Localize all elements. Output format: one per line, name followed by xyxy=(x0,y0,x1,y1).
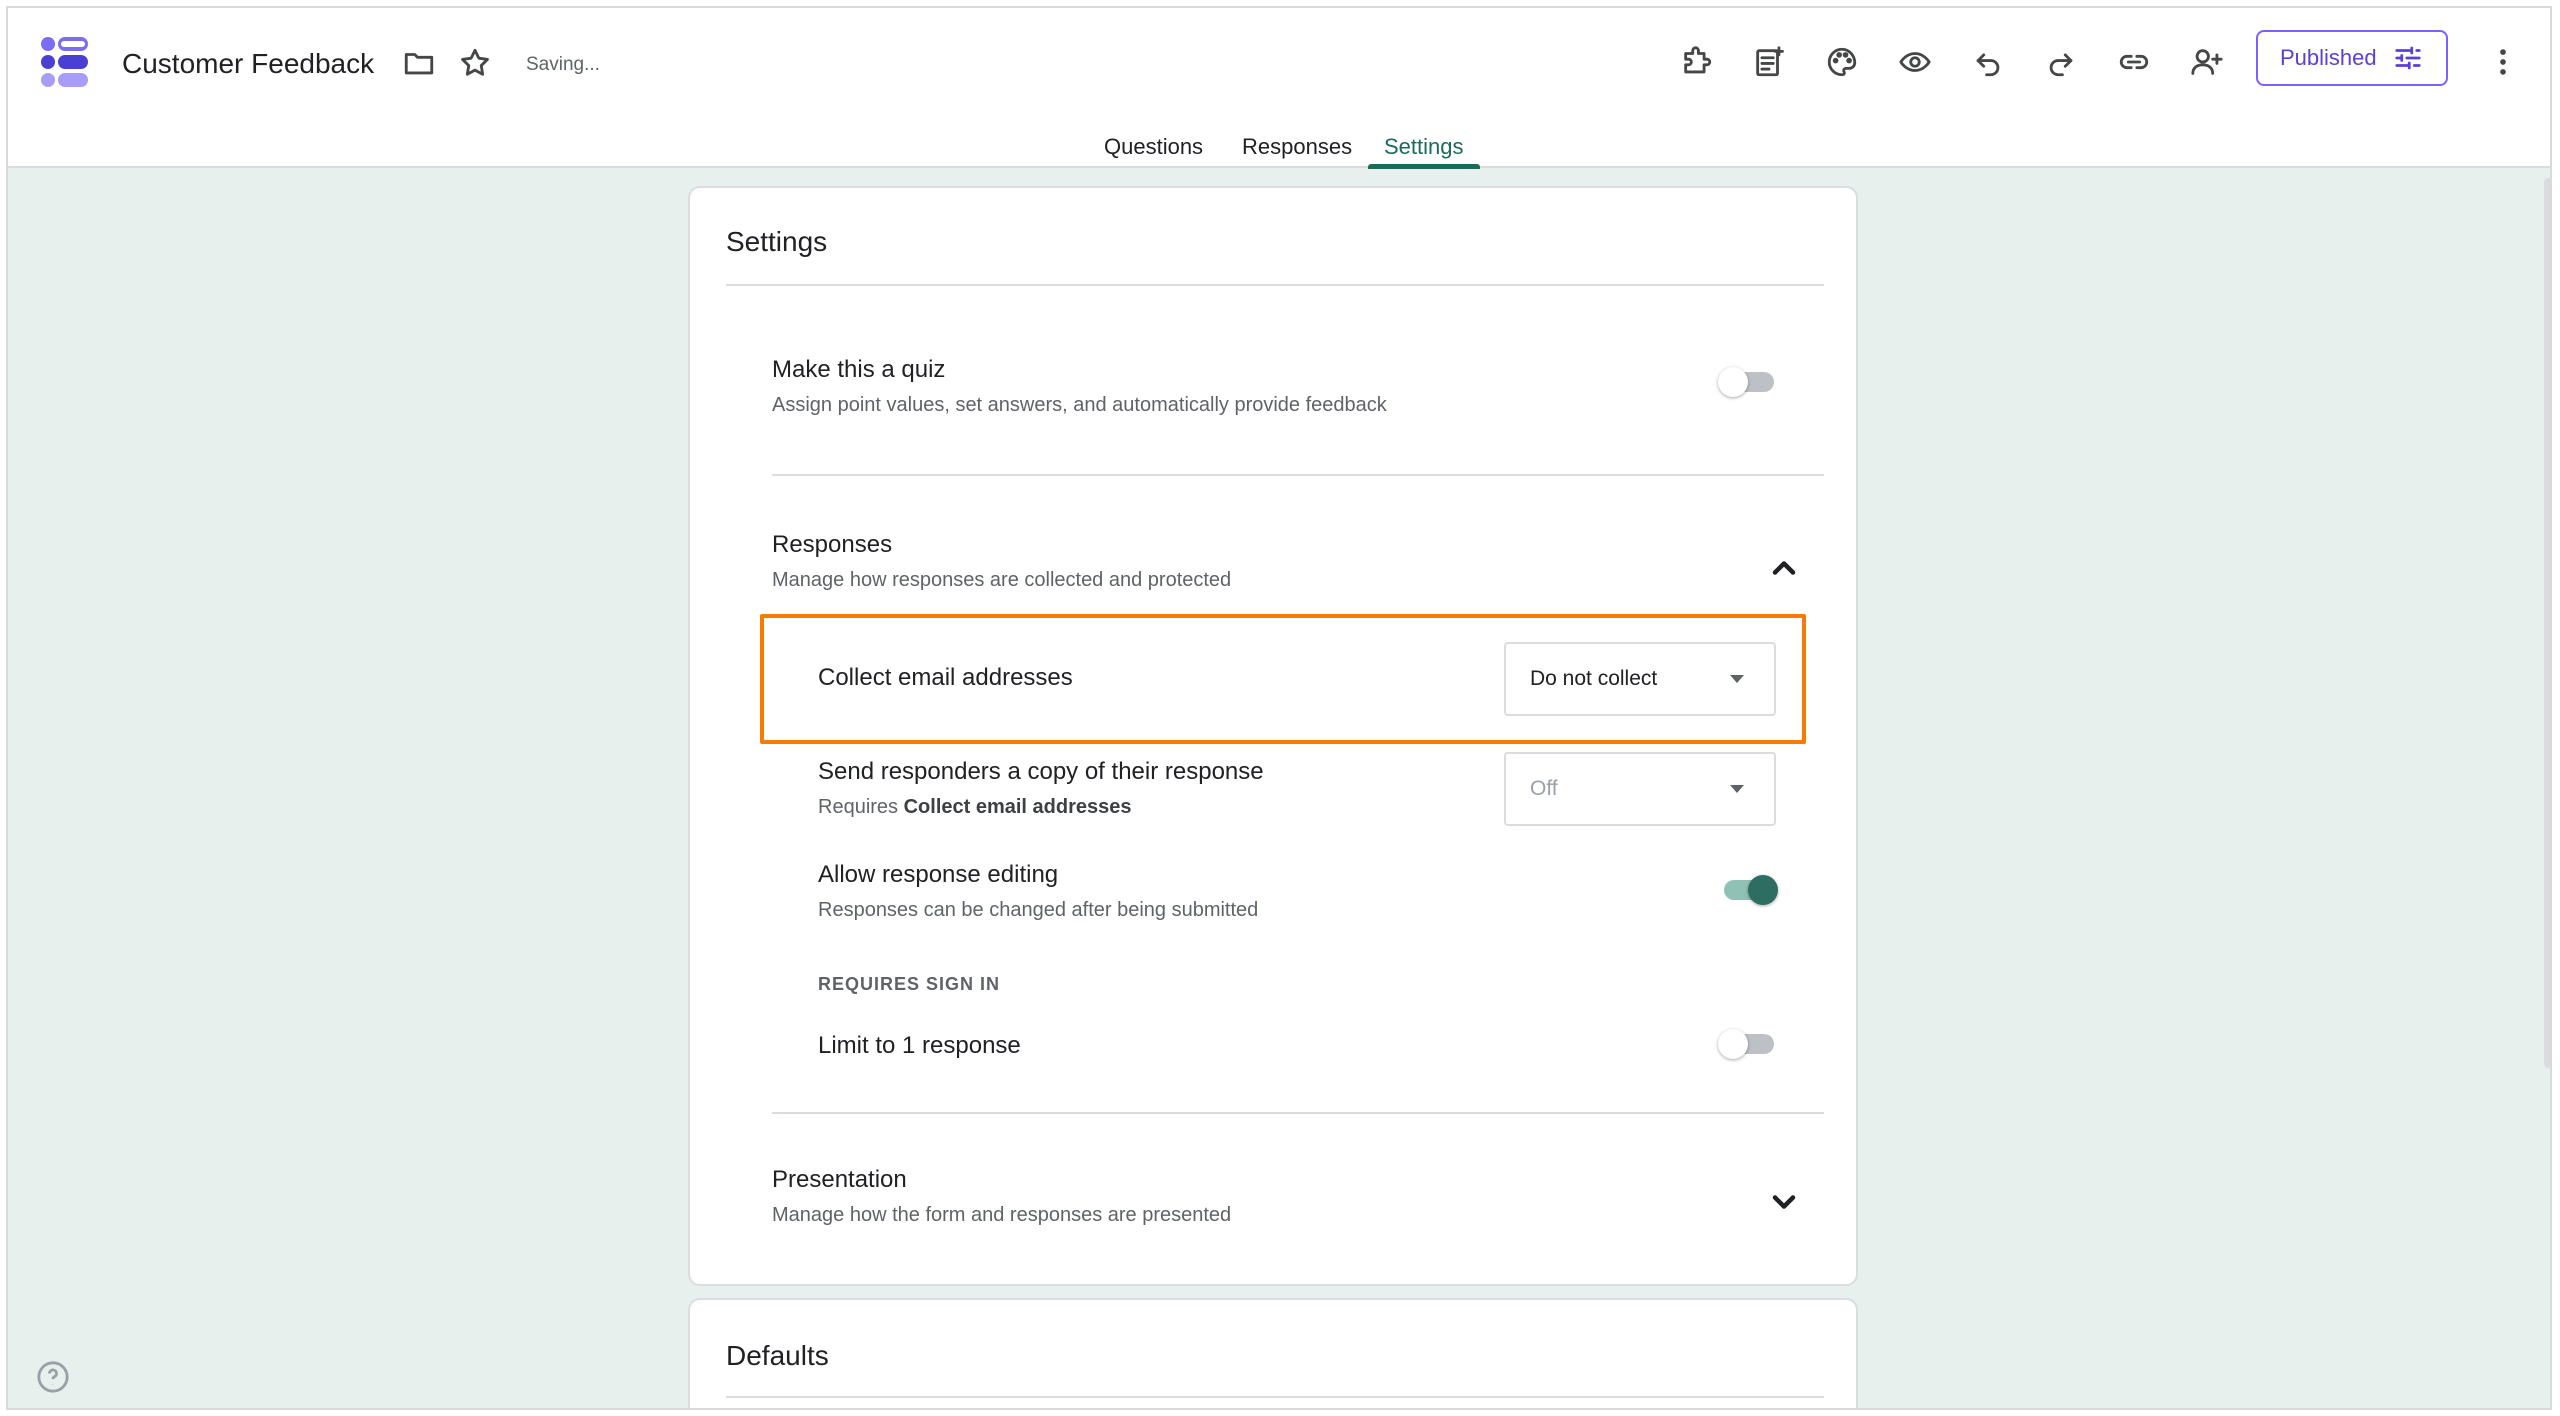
defaults-card-title: Defaults xyxy=(726,1340,829,1371)
divider xyxy=(772,1112,1824,1114)
star-icon[interactable] xyxy=(458,46,492,80)
quiz-subtitle: Assign point values, set answers, and au… xyxy=(772,394,1387,416)
top-bar: Customer Feedback Saving... Published Qu… xyxy=(8,8,2550,169)
redo-icon[interactable] xyxy=(2044,45,2078,79)
collect-email-value: Do not collect xyxy=(1530,667,1658,690)
folder-icon[interactable] xyxy=(402,46,436,80)
tab-responses[interactable]: Responses xyxy=(1242,134,1352,160)
send-copy-label: Send responders a copy of their response xyxy=(818,758,1264,785)
divider xyxy=(772,474,1824,476)
send-copy-requires-text: Requires xyxy=(818,796,899,818)
publish-settings-icon xyxy=(2395,46,2421,70)
toggle-thumb xyxy=(1718,1029,1748,1059)
expand-presentation-chevron-down-icon[interactable] xyxy=(1766,1184,1802,1220)
allow-editing-subtitle: Responses can be changed after being sub… xyxy=(818,899,1259,921)
published-button[interactable]: Published xyxy=(2256,30,2448,86)
forms-logo-icon[interactable] xyxy=(38,34,94,90)
tab-questions[interactable]: Questions xyxy=(1104,134,1203,160)
send-copy-value: Off xyxy=(1530,777,1558,800)
divider xyxy=(726,1396,1824,1398)
defaults-card: Defaults xyxy=(688,1298,1858,1408)
published-button-label: Published xyxy=(2280,45,2377,70)
allow-editing-label: Allow response editing xyxy=(818,861,1059,888)
requires-sign-in-label: REQUIRES SIGN IN xyxy=(818,974,1001,994)
form-tabs: Questions Responses Settings xyxy=(8,126,2550,169)
dropdown-arrow-icon xyxy=(1730,675,1744,683)
link-icon[interactable] xyxy=(2117,45,2151,79)
undo-icon[interactable] xyxy=(1971,45,2005,79)
limit-one-label: Limit to 1 response xyxy=(818,1032,1021,1059)
dropdown-arrow-icon xyxy=(1730,785,1744,793)
active-tab-indicator xyxy=(1368,164,1480,169)
add-collaborator-icon[interactable] xyxy=(2190,45,2224,79)
presentation-subtitle: Manage how the form and responses are pr… xyxy=(772,1204,1232,1226)
customize-form-icon[interactable] xyxy=(1752,45,1786,79)
collect-email-select[interactable]: Do not collect xyxy=(1504,642,1776,716)
responses-section-subtitle: Manage how responses are collected and p… xyxy=(772,569,1232,591)
page-scrollbar[interactable] xyxy=(2544,178,2550,1068)
more-options-icon[interactable] xyxy=(2486,45,2520,79)
responses-section-title: Responses xyxy=(772,531,893,558)
collect-email-label: Collect email addresses xyxy=(818,664,1073,691)
palette-icon[interactable] xyxy=(1825,45,1859,79)
toggle-thumb xyxy=(1748,875,1778,905)
toggle-thumb xyxy=(1718,367,1748,397)
divider xyxy=(726,284,1824,286)
app-window: Customer Feedback Saving... Published Qu… xyxy=(6,6,2552,1410)
limit-one-toggle[interactable] xyxy=(1718,1024,1778,1064)
settings-card: Settings Make this a quiz Assign point v… xyxy=(688,186,1858,1286)
presentation-title: Presentation xyxy=(772,1166,907,1193)
send-copy-subtitle: Requires Collect email addresses xyxy=(818,796,1132,819)
settings-card-title: Settings xyxy=(726,226,828,257)
preview-eye-icon[interactable] xyxy=(1898,45,1932,79)
save-status: Saving... xyxy=(526,54,600,75)
send-copy-select[interactable]: Off xyxy=(1504,752,1776,826)
send-copy-requirement: Collect email addresses xyxy=(903,796,1132,818)
quiz-title: Make this a quiz xyxy=(772,356,946,383)
quiz-toggle[interactable] xyxy=(1718,362,1778,402)
tab-settings[interactable]: Settings xyxy=(1384,134,1464,160)
collapse-responses-chevron-up-icon[interactable] xyxy=(1766,550,1802,586)
document-title[interactable]: Customer Feedback xyxy=(122,48,374,80)
help-icon[interactable] xyxy=(36,1360,70,1394)
allow-editing-toggle[interactable] xyxy=(1718,870,1778,910)
addons-puzzle-icon[interactable] xyxy=(1680,45,1714,79)
